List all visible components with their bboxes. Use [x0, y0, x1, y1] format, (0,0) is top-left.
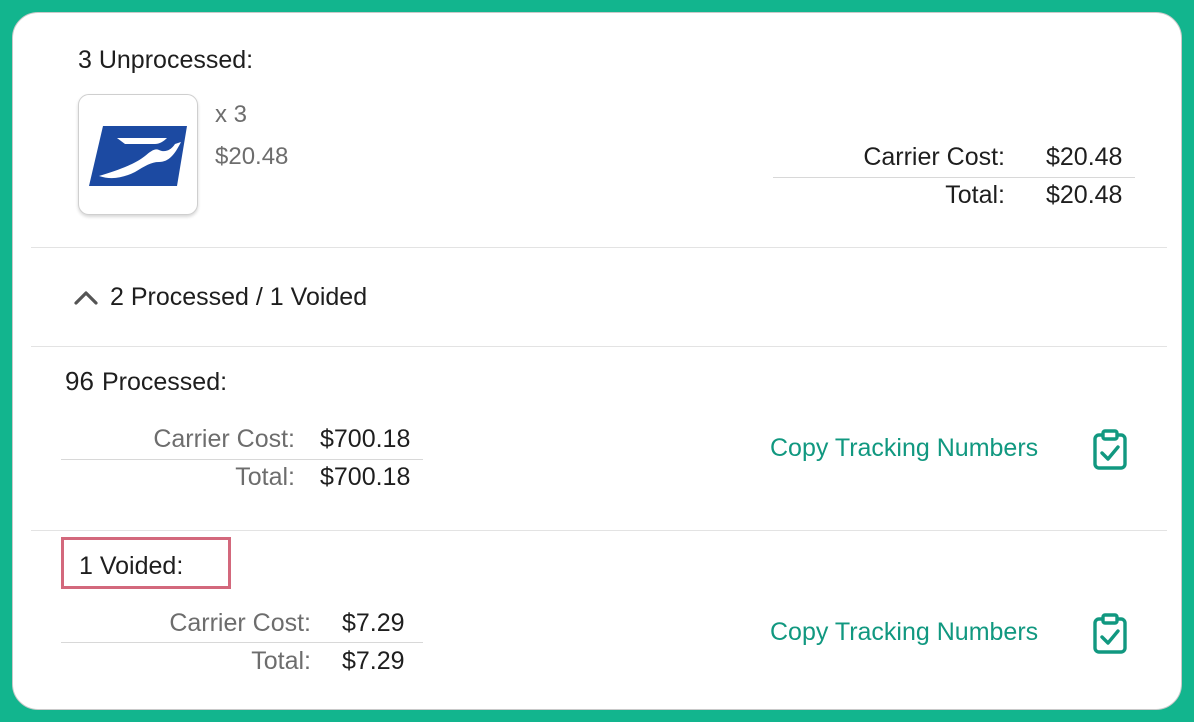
- processed-total-value: $700.18: [320, 463, 411, 491]
- voided-total-value: $7.29: [342, 647, 405, 675]
- unprocessed-carrier-cost-label: Carrier Cost:: [863, 143, 1005, 171]
- clipboard-check-icon[interactable]: [1091, 429, 1129, 471]
- processed-heading: Processed:: [102, 368, 228, 396]
- processed-carrier-cost-value: $700.18: [320, 425, 411, 453]
- voided-carrier-cost-label: Carrier Cost:: [169, 609, 311, 637]
- unprocessed-amount: $20.48: [215, 143, 289, 170]
- usps-eagle-logo-icon: [89, 126, 187, 186]
- voided-copy-tracking-link[interactable]: Copy Tracking Numbers: [770, 618, 1038, 647]
- shipment-summary-card: 3 Unprocessed: x 3 $20.48 Carrier Cost: …: [12, 12, 1182, 710]
- usps-logo-tile: [78, 94, 198, 215]
- voided-total-label: Total:: [251, 647, 311, 675]
- section-divider: [31, 247, 1167, 248]
- voided-carrier-cost-value: $7.29: [342, 609, 405, 637]
- processed-voided-toggle[interactable]: 2 Processed / 1 Voided: [69, 275, 429, 319]
- voided-divider: [61, 642, 423, 643]
- processed-copy-tracking-link[interactable]: Copy Tracking Numbers: [770, 434, 1038, 463]
- unprocessed-total-label: Total:: [945, 181, 1005, 209]
- unprocessed-carrier-cost-value: $20.48: [1046, 143, 1123, 171]
- section-divider: [31, 346, 1167, 347]
- processed-count: 96: [65, 366, 94, 396]
- toggle-label: 2 Processed / 1 Voided: [110, 283, 368, 311]
- unprocessed-divider: [773, 177, 1135, 178]
- processed-total-label: Total:: [235, 463, 295, 491]
- voided-heading: 1 Voided:: [79, 552, 184, 580]
- unprocessed-quantity: x 3: [215, 101, 248, 128]
- unprocessed-heading: 3 Unprocessed:: [78, 46, 254, 74]
- processed-carrier-cost-label: Carrier Cost:: [153, 425, 295, 453]
- clipboard-check-icon[interactable]: [1091, 613, 1129, 655]
- chevron-up-icon: [74, 291, 98, 305]
- processed-divider: [61, 459, 423, 460]
- unprocessed-total-value: $20.48: [1046, 181, 1123, 209]
- section-divider: [31, 530, 1167, 531]
